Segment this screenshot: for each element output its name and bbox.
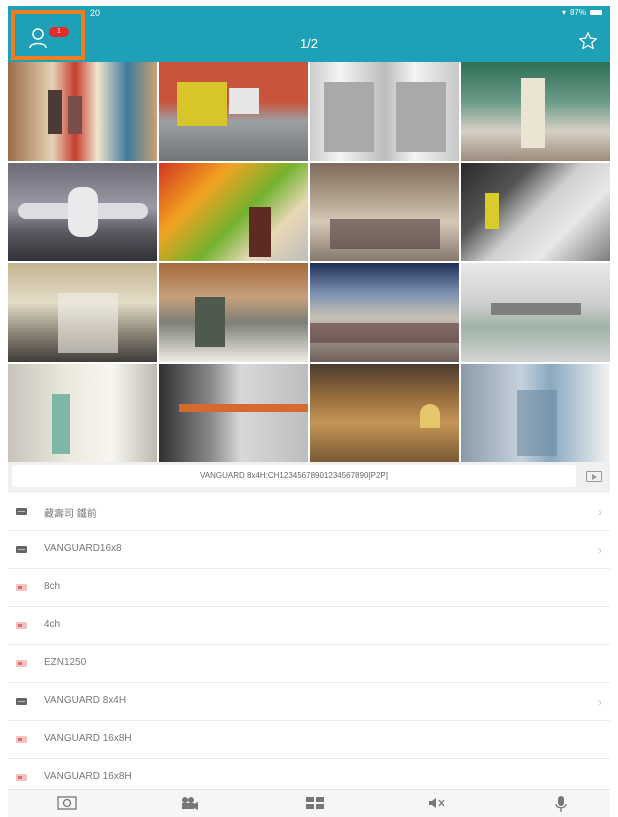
snapshot-icon[interactable] — [57, 795, 77, 813]
chevron-right-icon[interactable]: › — [598, 505, 602, 519]
camera-tile-lobby[interactable] — [159, 263, 308, 362]
current-device-field[interactable]: VANGUARD 8x4H:CH12345678901234567890[P2P… — [12, 465, 576, 487]
app-window: 20 ▾ 87% 1 1/2 VANGUARD 8x4H:CH123456789… — [8, 6, 610, 817]
status-time: 20 — [90, 8, 101, 18]
camera-tile-mall-interior[interactable] — [461, 263, 610, 362]
camera-icon — [16, 774, 27, 781]
wifi-icon: ▾ — [561, 8, 566, 17]
camera-icon — [16, 584, 27, 591]
device-label: VANGUARD 8x4H — [44, 695, 127, 706]
status-indicators: ▾ 87% — [562, 8, 602, 17]
device-list: 藏壽司 鐵前 › VANGUARD16x8 › 8ch 4ch EZN1250 VANGUAR… — [8, 493, 610, 789]
playback-icon[interactable] — [586, 471, 602, 482]
camera-tile-escalators[interactable] — [461, 162, 610, 261]
camera-tile-entrance[interactable] — [461, 363, 610, 462]
device-list-item[interactable]: 8ch — [8, 569, 610, 607]
camera-icon — [16, 736, 27, 743]
dvr-icon — [16, 698, 27, 705]
user-menu-button[interactable]: 1 — [11, 10, 85, 60]
device-label: VANGUARD 16x8H — [44, 771, 132, 782]
device-label: VANGUARD16x8 — [44, 543, 122, 554]
device-list-item[interactable]: VANGUARD 16x8H — [8, 721, 610, 759]
chevron-right-icon[interactable]: › — [598, 695, 602, 709]
mute-icon[interactable] — [427, 795, 447, 813]
camera-tile-hospital[interactable] — [8, 363, 157, 462]
camera-tile-station-hall[interactable] — [310, 263, 459, 362]
record-icon[interactable] — [179, 795, 199, 813]
device-list-item[interactable]: EZN1250 — [8, 645, 610, 683]
device-label: EZN1250 — [44, 657, 87, 668]
camera-tile-fruit-market[interactable] — [159, 162, 308, 261]
battery-icon — [590, 10, 602, 15]
camera-tile-street-bus[interactable] — [159, 62, 308, 161]
camera-tile-elevators[interactable] — [310, 62, 459, 161]
camera-icon — [16, 660, 27, 667]
dvr-icon — [16, 546, 27, 553]
camera-tile-pedestrian-street[interactable] — [310, 162, 459, 261]
device-list-item[interactable]: VANGUARD 16x8H — [8, 759, 610, 789]
device-label: 8ch — [44, 581, 61, 592]
device-list-item[interactable]: VANGUARD16x8 › — [8, 531, 610, 569]
device-selector-bar: VANGUARD 8x4H:CH12345678901234567890[P2P… — [8, 462, 610, 492]
camera-tile-airport[interactable] — [8, 162, 157, 261]
page-indicator: 1/2 — [299, 36, 319, 51]
device-list-item[interactable]: 藏壽司 鐵前 › — [8, 493, 610, 531]
camera-tile-arcade[interactable] — [461, 62, 610, 161]
battery-percent: 87% — [569, 8, 586, 17]
camera-icon — [16, 622, 27, 629]
device-list-item[interactable]: 4ch — [8, 607, 610, 645]
camera-tile-supermarket[interactable] — [8, 62, 157, 161]
bottom-toolbar — [8, 789, 610, 817]
top-bar: 20 ▾ 87% 1 1/2 — [8, 6, 610, 62]
camera-grid — [8, 62, 610, 462]
microphone-icon[interactable] — [551, 795, 571, 813]
layout-grid-icon[interactable] — [305, 795, 325, 813]
device-label: VANGUARD 16x8H — [44, 733, 132, 744]
camera-tile-mall-atrium[interactable] — [8, 263, 157, 362]
device-list-item[interactable]: VANGUARD 8x4H › — [8, 683, 610, 721]
dvr-icon — [16, 508, 27, 515]
favorite-star-icon[interactable] — [578, 31, 598, 51]
camera-tile-subway[interactable] — [159, 363, 308, 462]
device-label: 4ch — [44, 619, 61, 630]
chevron-right-icon[interactable]: › — [598, 543, 602, 557]
camera-tile-library[interactable] — [310, 363, 459, 462]
device-label: 藏壽司 鐵前 — [44, 509, 97, 520]
